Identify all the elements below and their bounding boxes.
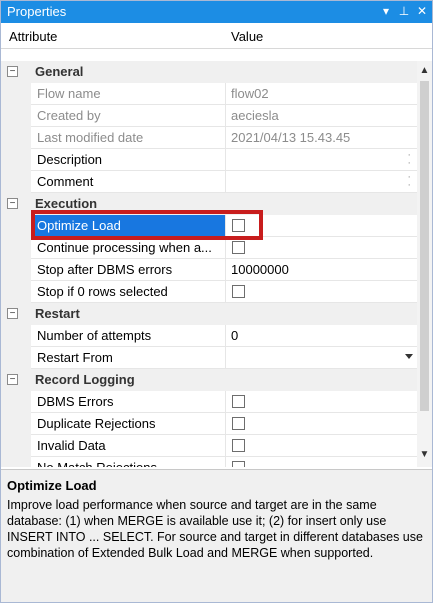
pin-button[interactable]: ⊥ — [397, 3, 411, 19]
property-value: 2021/04/13 15.43.45 — [225, 127, 417, 149]
category-label: Record Logging — [35, 372, 135, 387]
property-name: Duplicate Rejections — [31, 413, 225, 435]
property-value: flow02 — [225, 83, 417, 105]
attribute-column-header[interactable]: Attribute — [9, 29, 57, 44]
property-row-continue-processing[interactable]: Continue processing when a... — [1, 237, 417, 259]
collapse-icon[interactable]: − — [7, 66, 18, 77]
value-column-header[interactable]: Value — [231, 29, 263, 44]
category-label: General — [35, 64, 84, 79]
collapse-icon[interactable]: − — [7, 374, 18, 385]
description-field[interactable]: · · · — [225, 149, 417, 171]
scrollbar-thumb[interactable] — [420, 81, 429, 411]
property-name: Last modified date — [31, 127, 225, 149]
property-name: DBMS Errors — [31, 391, 225, 413]
dropdown-menu-button[interactable]: ▾ — [379, 3, 393, 19]
titlebar: Properties ▾ ⊥ ✕ — [1, 1, 432, 23]
category-general[interactable]: − General — [1, 61, 417, 83]
close-button[interactable]: ✕ — [415, 3, 429, 19]
panel-title: Properties — [7, 4, 67, 19]
description-text: Improve load performance when source and… — [7, 498, 423, 560]
property-name: Flow name — [31, 83, 225, 105]
invalid-data-checkbox[interactable] — [232, 439, 245, 452]
property-row-last-modified[interactable]: Last modified date 2021/04/13 15.43.45 — [1, 127, 417, 149]
property-row-stop-after-dbms[interactable]: Stop after DBMS errors 10000000 — [1, 259, 417, 281]
property-row-created-by[interactable]: Created by aeciesla — [1, 105, 417, 127]
property-row-description[interactable]: Description · · · — [1, 149, 417, 171]
property-row-dbms-errors[interactable]: DBMS Errors — [1, 391, 417, 413]
more-options-icon[interactable]: · · · — [407, 172, 411, 193]
stop-after-dbms-field[interactable]: 10000000 — [225, 259, 417, 281]
property-row-stop-if-zero[interactable]: Stop if 0 rows selected — [1, 281, 417, 303]
highlight-annotation — [31, 210, 263, 240]
property-name: Stop after DBMS errors — [31, 259, 225, 281]
scroll-up-icon[interactable]: ▲ — [417, 65, 432, 77]
property-row-comment[interactable]: Comment · · · — [1, 171, 417, 193]
property-grid: − General Flow name flow02 Created by ae… — [1, 61, 417, 467]
chevron-down-icon[interactable] — [405, 354, 413, 359]
property-name: Stop if 0 rows selected — [31, 281, 225, 303]
comment-field[interactable]: · · · — [225, 171, 417, 193]
column-header: Attribute Value — [1, 23, 432, 49]
property-row-restart-from[interactable]: Restart From — [1, 347, 417, 369]
dbms-errors-checkbox[interactable] — [232, 395, 245, 408]
vertical-scrollbar[interactable]: ▲ ▼ — [417, 61, 432, 467]
property-name: Restart From — [31, 347, 225, 369]
property-name: Description — [31, 149, 225, 171]
collapse-icon[interactable]: − — [7, 308, 18, 319]
category-record-logging[interactable]: − Record Logging — [1, 369, 417, 391]
scroll-down-icon[interactable]: ▼ — [417, 449, 432, 461]
description-title: Optimize Load — [7, 478, 97, 493]
category-label: Restart — [35, 306, 80, 321]
description-panel: Optimize Load Improve load performance w… — [1, 469, 432, 602]
property-name: Number of attempts — [31, 325, 225, 347]
properties-panel: Properties ▾ ⊥ ✕ Attribute Value − Gener… — [0, 0, 433, 603]
number-of-attempts-field[interactable]: 0 — [225, 325, 417, 347]
more-options-icon[interactable]: · · · — [407, 150, 411, 171]
duplicate-rejections-checkbox[interactable] — [232, 417, 245, 430]
restart-from-select[interactable] — [225, 347, 417, 369]
category-restart[interactable]: − Restart — [1, 303, 417, 325]
no-match-rejections-checkbox[interactable] — [232, 461, 245, 467]
property-row-invalid-data[interactable]: Invalid Data — [1, 435, 417, 457]
continue-processing-checkbox[interactable] — [232, 241, 245, 254]
collapse-icon[interactable]: − — [7, 198, 18, 209]
property-name: Continue processing when a... — [31, 237, 225, 259]
property-name: Created by — [31, 105, 225, 127]
property-row-no-match-rejections[interactable]: No Match Rejections — [1, 457, 417, 467]
property-row-number-of-attempts[interactable]: Number of attempts 0 — [1, 325, 417, 347]
property-row-flow-name[interactable]: Flow name flow02 — [1, 83, 417, 105]
property-name: No Match Rejections — [31, 457, 225, 467]
stop-if-zero-checkbox[interactable] — [232, 285, 245, 298]
property-name: Comment — [31, 171, 225, 193]
property-value: aeciesla — [225, 105, 417, 127]
category-label: Execution — [35, 196, 98, 211]
property-row-duplicate-rejections[interactable]: Duplicate Rejections — [1, 413, 417, 435]
property-name: Invalid Data — [31, 435, 225, 457]
